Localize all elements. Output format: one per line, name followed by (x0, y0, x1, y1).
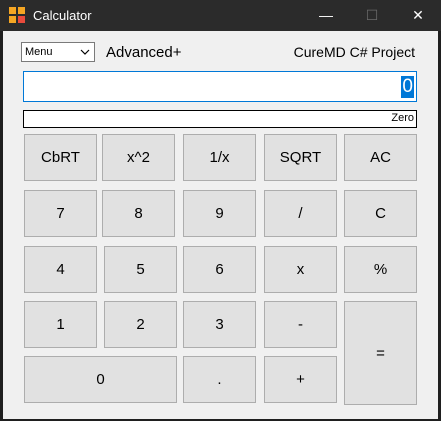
digit-4-button[interactable]: 4 (24, 246, 97, 293)
digit-5-button[interactable]: 5 (104, 246, 177, 293)
menu-dropdown[interactable]: Menu (21, 42, 95, 62)
number-words-display: Zero (23, 110, 417, 128)
digit-2-button[interactable]: 2 (104, 301, 177, 348)
menu-dropdown-value: Menu (25, 46, 53, 58)
decimal-button[interactable]: . (183, 356, 256, 403)
sqrt-button[interactable]: SQRT (264, 134, 337, 181)
divide-button[interactable]: / (264, 190, 337, 237)
window-title: Calculator (33, 8, 92, 23)
chevron-down-icon (80, 49, 90, 55)
clear-button[interactable]: C (344, 190, 417, 237)
all-clear-button[interactable]: AC (344, 134, 417, 181)
maximize-button[interactable]: ☐ (349, 0, 395, 31)
reciprocal-button[interactable]: 1/x (183, 134, 256, 181)
result-display[interactable]: 0 (23, 71, 417, 102)
digit-9-button[interactable]: 9 (183, 190, 256, 237)
digit-7-button[interactable]: 7 (24, 190, 97, 237)
digit-1-button[interactable]: 1 (24, 301, 97, 348)
title-bar: Calculator — ☐ ✕ (0, 0, 441, 31)
digit-6-button[interactable]: 6 (183, 246, 256, 293)
number-words-value: Zero (391, 112, 414, 124)
advanced-label: Advanced+ (106, 44, 182, 61)
subtract-button[interactable]: - (264, 301, 337, 348)
project-label: CureMD C# Project (293, 44, 415, 60)
minimize-button[interactable]: — (303, 0, 349, 31)
result-value: 0 (401, 76, 414, 98)
digit-8-button[interactable]: 8 (102, 190, 175, 237)
digit-3-button[interactable]: 3 (183, 301, 256, 348)
percent-button[interactable]: % (344, 246, 417, 293)
equals-button[interactable]: = (344, 301, 417, 405)
square-button[interactable]: x^2 (102, 134, 175, 181)
calculator-app-icon (9, 7, 25, 23)
digit-0-button[interactable]: 0 (24, 356, 177, 403)
cbrt-button[interactable]: CbRT (24, 134, 97, 181)
calculator-form: Menu Advanced+ CureMD C# Project 0 Zero … (3, 31, 438, 419)
multiply-button[interactable]: x (264, 246, 337, 293)
close-button[interactable]: ✕ (395, 0, 441, 31)
add-button[interactable]: + (264, 356, 337, 403)
